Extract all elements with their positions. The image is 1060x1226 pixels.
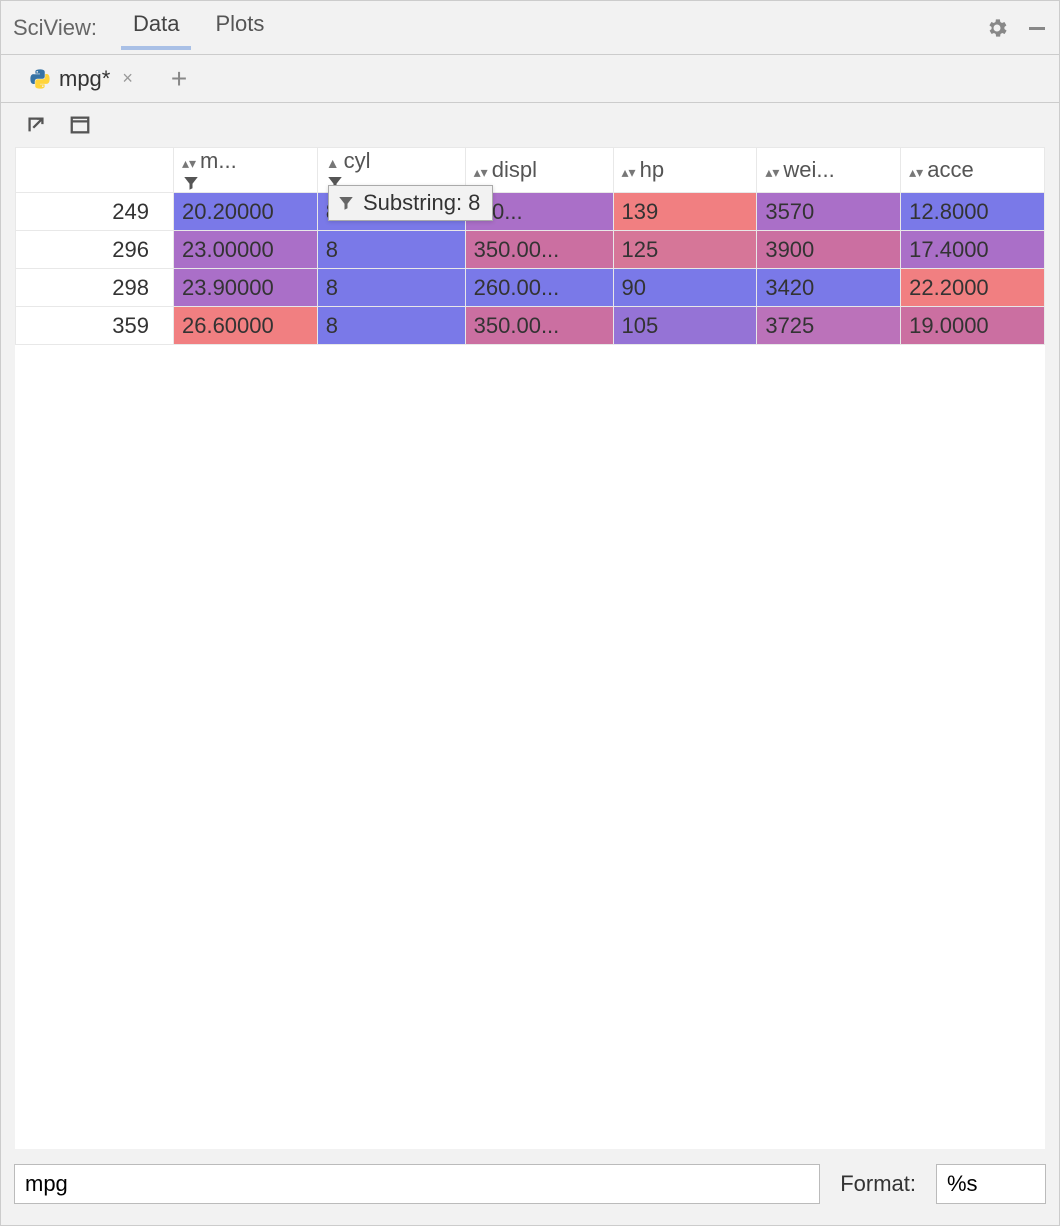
filter-tooltip: Substring: 8	[328, 185, 493, 221]
cell[interactable]: 105	[613, 307, 757, 345]
cell[interactable]: 3900	[757, 231, 901, 269]
gear-icon[interactable]	[985, 16, 1009, 40]
python-icon	[29, 68, 51, 90]
cell[interactable]: 26.60000	[173, 307, 317, 345]
funnel-icon	[337, 194, 355, 212]
tab-plots[interactable]: Plots	[197, 7, 282, 49]
cell[interactable]: 23.90000	[173, 269, 317, 307]
data-grid-area: ▴▾m...▲cyl▴▾displ▴▾hp▴▾wei...▴▾acce 2492…	[15, 147, 1045, 1149]
cell[interactable]: 8	[317, 231, 465, 269]
cell[interactable]: 8	[317, 307, 465, 345]
format-input[interactable]	[936, 1164, 1046, 1204]
column-header-index[interactable]	[16, 148, 174, 193]
data-grid[interactable]: ▴▾m...▲cyl▴▾displ▴▾hp▴▾wei...▴▾acce 2492…	[15, 147, 1045, 345]
cell[interactable]: 23.00000	[173, 231, 317, 269]
cell[interactable]: 125	[613, 231, 757, 269]
cell[interactable]: 3420	[757, 269, 901, 307]
table-row[interactable]: 35926.600008350.00...105372519.0000	[16, 307, 1045, 345]
close-tab-icon[interactable]: ×	[122, 68, 133, 89]
column-header-m...[interactable]: ▴▾m...	[173, 148, 317, 193]
file-tab-mpg[interactable]: mpg* ×	[19, 62, 143, 96]
row-index: 249	[16, 193, 174, 231]
header-row: ▴▾m...▲cyl▴▾displ▴▾hp▴▾wei...▴▾acce	[16, 148, 1045, 193]
column-header-wei...[interactable]: ▴▾wei...	[757, 148, 901, 193]
row-index: 359	[16, 307, 174, 345]
cell[interactable]: 350.00...	[465, 307, 613, 345]
table-row[interactable]: 29623.000008350.00...125390017.4000	[16, 231, 1045, 269]
table-row[interactable]: 29823.900008260.00...90342022.2000	[16, 269, 1045, 307]
funnel-icon[interactable]	[182, 174, 309, 192]
row-index: 298	[16, 269, 174, 307]
cell[interactable]: 22.2000	[901, 269, 1045, 307]
cell[interactable]: 17.4000	[901, 231, 1045, 269]
minimize-icon[interactable]	[1027, 18, 1047, 38]
cell[interactable]: 3570	[757, 193, 901, 231]
window-icon[interactable]	[69, 114, 91, 136]
cell[interactable]: 20.20000	[173, 193, 317, 231]
format-label: Format:	[840, 1171, 916, 1197]
file-tab-bar: mpg* × +	[1, 55, 1059, 103]
sciview-topbar: SciView: Data Plots	[1, 1, 1059, 55]
expression-bar: Format:	[14, 1162, 1046, 1206]
row-index: 296	[16, 231, 174, 269]
filter-tooltip-text: Substring: 8	[363, 190, 480, 216]
cell[interactable]: 260.00...	[465, 269, 613, 307]
cell[interactable]: 3725	[757, 307, 901, 345]
expression-input[interactable]	[14, 1164, 820, 1204]
cell[interactable]: 139	[613, 193, 757, 231]
data-view-toolbar	[1, 103, 1059, 147]
add-tab-icon[interactable]: +	[171, 63, 187, 95]
cell[interactable]: 8	[317, 269, 465, 307]
cell[interactable]: 19.0000	[901, 307, 1045, 345]
column-header-acce[interactable]: ▴▾acce	[901, 148, 1045, 193]
cell[interactable]: 350.00...	[465, 231, 613, 269]
table-row[interactable]: 24920.200008.00...139357012.8000	[16, 193, 1045, 231]
cell[interactable]: 12.8000	[901, 193, 1045, 231]
cell[interactable]: 90	[613, 269, 757, 307]
file-tab-label: mpg*	[59, 66, 110, 92]
panel-title: SciView:	[13, 15, 97, 41]
column-header-hp[interactable]: ▴▾hp	[613, 148, 757, 193]
tab-data[interactable]: Data	[115, 7, 197, 49]
open-in-window-icon[interactable]	[25, 114, 47, 136]
